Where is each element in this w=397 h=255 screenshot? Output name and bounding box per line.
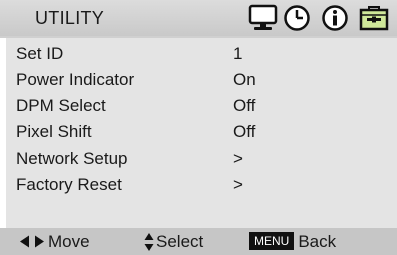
menu-item-power-indicator[interactable]: Power Indicator On [16, 67, 391, 93]
osd-footer: Move Select MENU Back [0, 228, 397, 255]
menu-item-label: DPM Select [16, 96, 106, 115]
menu-item-value: On [233, 70, 256, 89]
menu-item-value: > [233, 149, 243, 168]
menu-body: Set ID 1 Power Indicator On DPM Select O… [6, 38, 397, 228]
menu-item-label: Factory Reset [16, 175, 122, 194]
info-icon[interactable] [321, 4, 349, 37]
menu-item-pixel-shift[interactable]: Pixel Shift Off [16, 119, 391, 145]
menu-item-value: Off [233, 122, 256, 141]
menu-item-factory-reset[interactable]: Factory Reset > [16, 172, 391, 198]
menu-item-dpm-select[interactable]: DPM Select Off [16, 93, 391, 119]
osd-window: UTILITY Set ID 1 Power Indicator On DPM … [0, 0, 397, 255]
menu-item-value: > [233, 175, 243, 194]
footer-move-label: Move [48, 232, 90, 251]
menu-item-value: Off [233, 96, 256, 115]
footer-move-hint: Move [18, 228, 90, 255]
menu-key-badge: MENU [249, 232, 295, 250]
up-down-arrows-icon [144, 233, 154, 251]
osd-header: UTILITY [0, 0, 397, 38]
menu-item-label: Power Indicator [16, 70, 135, 89]
toolbox-icon[interactable] [359, 4, 389, 37]
left-right-arrows-icon [20, 235, 44, 248]
footer-back-label: Back [298, 232, 337, 251]
menu-item-label: Set ID [16, 44, 64, 63]
menu-item-label: Pixel Shift [16, 122, 92, 141]
footer-select-label: Select [156, 232, 204, 251]
menu-item-label: Network Setup [16, 149, 128, 168]
monitor-icon[interactable] [248, 4, 278, 37]
clock-icon[interactable] [283, 4, 311, 37]
menu-item-set-id[interactable]: Set ID 1 [16, 41, 391, 67]
menu-title: UTILITY [35, 8, 105, 28]
footer-back-hint: MENU Back [249, 228, 336, 255]
footer-select-hint: Select [142, 228, 203, 255]
menu-item-value: 1 [233, 44, 243, 63]
menu-item-network-setup[interactable]: Network Setup > [16, 146, 391, 172]
